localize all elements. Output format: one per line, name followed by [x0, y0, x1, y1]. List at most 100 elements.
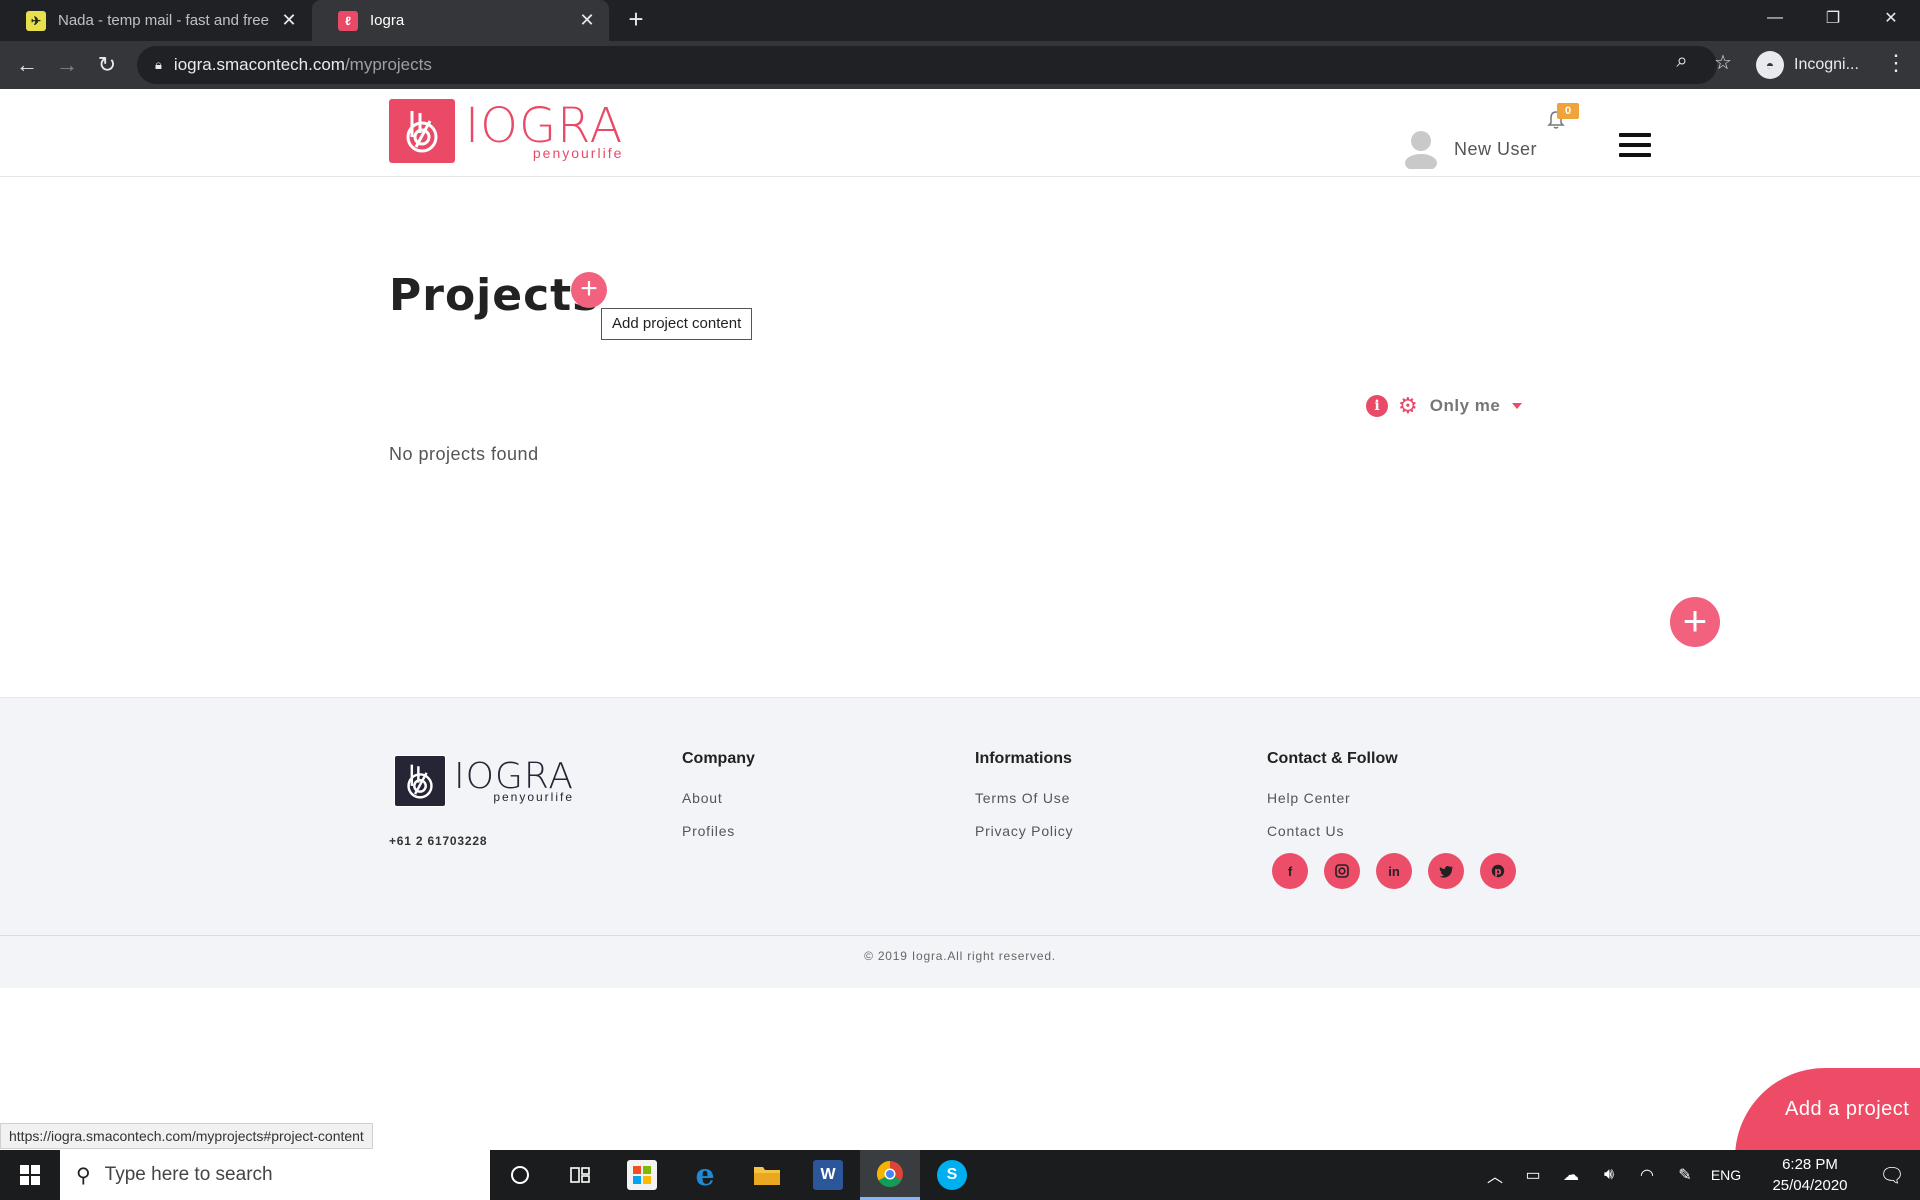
footer-link-profiles[interactable]: Profiles	[682, 823, 755, 839]
footer-column-informations: Informations Terms Of Use Privacy Policy	[975, 750, 1073, 856]
back-icon[interactable]: ←	[13, 51, 41, 79]
onedrive-icon[interactable]: ☁	[1552, 1165, 1590, 1185]
forward-icon[interactable]: →	[53, 51, 81, 79]
taskbar-clock[interactable]: 6:28 PM 25/04/2020	[1760, 1154, 1860, 1196]
file-explorer-icon[interactable]	[737, 1150, 797, 1200]
copyright: © 2019 Iogra.All right reserved.	[0, 935, 1920, 989]
windows-taskbar: ⚲ Type here to search e W S ︿ ▭ ☁ 🔊︎ ◠ ✎…	[0, 1150, 1920, 1200]
volume-icon[interactable]: 🔊︎	[1590, 1166, 1628, 1184]
minimize-icon[interactable]: —	[1746, 0, 1804, 36]
address-bar[interactable]: 🔒︎ iogra.smacontech.com/myprojects	[137, 46, 1717, 84]
link-status-bar: https://iogra.smacontech.com/myprojects#…	[0, 1123, 373, 1149]
empty-projects-message: No projects found	[389, 444, 539, 464]
tab-title: Iogra	[370, 12, 405, 29]
gear-icon[interactable]: ⚙	[1398, 393, 1418, 419]
cortana-icon[interactable]	[490, 1150, 550, 1200]
footer-column-title: Informations	[975, 750, 1072, 767]
input-language[interactable]: ENG	[1704, 1167, 1748, 1183]
wifi-icon[interactable]: ◠	[1628, 1165, 1666, 1185]
notification-count-badge: 0	[1557, 103, 1579, 119]
taskbar-search-input[interactable]: ⚲ Type here to search	[60, 1150, 490, 1200]
incognito-icon: ◓	[1756, 51, 1784, 79]
footer-column-company: Company About Profiles	[682, 750, 755, 856]
footer-column-title: Contact & Follow	[1267, 750, 1398, 767]
instagram-icon[interactable]	[1324, 853, 1360, 889]
incognito-profile-button[interactable]: ◓ Incogni...	[1756, 46, 1859, 84]
zoom-icon[interactable]: ⌕	[1669, 50, 1695, 73]
new-tab-button[interactable]: +	[622, 6, 650, 34]
address-path: /myprojects	[344, 55, 432, 74]
visibility-dropdown[interactable]: Only me	[1430, 396, 1501, 416]
info-icon[interactable]: i	[1366, 395, 1388, 417]
footer-column-contact: Contact & Follow Help Center Contact Us	[1267, 750, 1398, 856]
avatar	[1405, 131, 1437, 169]
pen-icon[interactable]: ✎	[1666, 1165, 1704, 1185]
visibility-filter: i ⚙ Only me	[1366, 393, 1523, 419]
clock-date: 25/04/2020	[1772, 1177, 1848, 1194]
svg-text:p: p	[1494, 867, 1501, 878]
user-menu[interactable]: New User	[1404, 129, 1537, 169]
footer-link-about[interactable]: About	[682, 790, 755, 806]
bookmark-star-icon[interactable]: ☆	[1710, 50, 1736, 75]
footer-logo-mark-icon	[394, 755, 446, 807]
window-controls: — ❐ ✕	[1746, 0, 1920, 41]
browser-tab-bar: ✈ Nada - temp mail - fast and free ✕ ℓ I…	[0, 0, 1920, 41]
logo-wordmark: IOGRA penyourlife	[465, 102, 623, 160]
iogra-favicon-icon: ℓ	[338, 10, 358, 31]
chrome-icon[interactable]	[860, 1150, 920, 1200]
tab-iogra[interactable]: ℓ Iogra ✕	[312, 0, 609, 41]
restore-icon[interactable]: ❐	[1804, 0, 1862, 36]
battery-icon[interactable]: ▭	[1514, 1165, 1552, 1185]
chevron-down-icon[interactable]	[1512, 403, 1523, 409]
skype-icon[interactable]: S	[922, 1150, 982, 1200]
hamburger-menu-icon[interactable]	[1619, 133, 1651, 157]
footer-phone: +61 2 61703228	[389, 834, 488, 848]
browser-menu-icon[interactable]: ⋮	[1885, 50, 1907, 76]
word-icon[interactable]: W	[798, 1150, 858, 1200]
start-button[interactable]	[0, 1150, 60, 1200]
address-host: iogra.smacontech.com	[173, 55, 345, 74]
system-tray: ︿ ▭ ☁ 🔊︎ ◠ ✎ ENG	[1476, 1150, 1748, 1200]
pinterest-icon[interactable]: p	[1480, 853, 1516, 889]
reload-icon[interactable]: ↻	[93, 51, 121, 79]
footer-column-title: Company	[682, 750, 755, 767]
clock-time: 6:28 PM	[1782, 1156, 1838, 1173]
microsoft-store-icon[interactable]	[612, 1150, 672, 1200]
footer-logo[interactable]: IOGRA penyourlife	[394, 755, 574, 807]
add-project-button[interactable]: +	[1670, 597, 1720, 647]
site-header: IOGRA penyourlife New User 0	[0, 89, 1920, 177]
facebook-icon[interactable]: f	[1272, 853, 1308, 889]
footer-link-terms[interactable]: Terms Of Use	[975, 790, 1073, 806]
logo-word: IOGRA	[465, 98, 624, 154]
taskbar-search-placeholder: Type here to search	[104, 1164, 273, 1185]
show-hidden-icons-icon[interactable]: ︿	[1476, 1163, 1514, 1187]
site-logo[interactable]: IOGRA penyourlife	[389, 99, 623, 163]
twitter-icon[interactable]	[1428, 853, 1464, 889]
social-links: f in p	[1272, 853, 1532, 889]
close-window-icon[interactable]: ✕	[1862, 0, 1920, 36]
close-tab-icon[interactable]: ✕	[577, 10, 597, 31]
edge-icon[interactable]: e	[675, 1150, 735, 1200]
logo-mark-icon	[389, 99, 455, 163]
lock-icon: 🔒︎	[155, 57, 162, 72]
tab-nada[interactable]: ✈ Nada - temp mail - fast and free ✕	[0, 0, 311, 41]
nada-favicon-icon: ✈	[26, 10, 46, 31]
page-title: Projects	[389, 270, 600, 321]
add-project-tooltip: Add project content	[601, 308, 753, 340]
user-name: New User	[1454, 138, 1538, 159]
tab-title: Nada - temp mail - fast and free	[58, 12, 269, 29]
close-tab-icon[interactable]: ✕	[279, 10, 299, 31]
footer-link-contact-us[interactable]: Contact Us	[1267, 823, 1398, 839]
footer-link-privacy[interactable]: Privacy Policy	[975, 823, 1073, 839]
site-footer: IOGRA penyourlife +61 2 61703228 Company…	[0, 697, 1920, 988]
add-project-content-button[interactable]: +	[571, 272, 607, 308]
profile-label: Incogni...	[1794, 56, 1859, 73]
task-view-icon[interactable]	[550, 1150, 610, 1200]
browser-toolbar: ← → ↻ 🔒︎ iogra.smacontech.com/myprojects…	[0, 41, 1920, 89]
footer-logo-wordmark: IOGRA penyourlife	[454, 759, 574, 804]
action-center-icon[interactable]: 🗨︎	[1864, 1150, 1920, 1200]
linkedin-icon[interactable]: in	[1376, 853, 1412, 889]
search-icon: ⚲	[76, 1164, 91, 1187]
footer-link-help-center[interactable]: Help Center	[1267, 790, 1398, 806]
windows-logo-icon	[20, 1165, 40, 1185]
